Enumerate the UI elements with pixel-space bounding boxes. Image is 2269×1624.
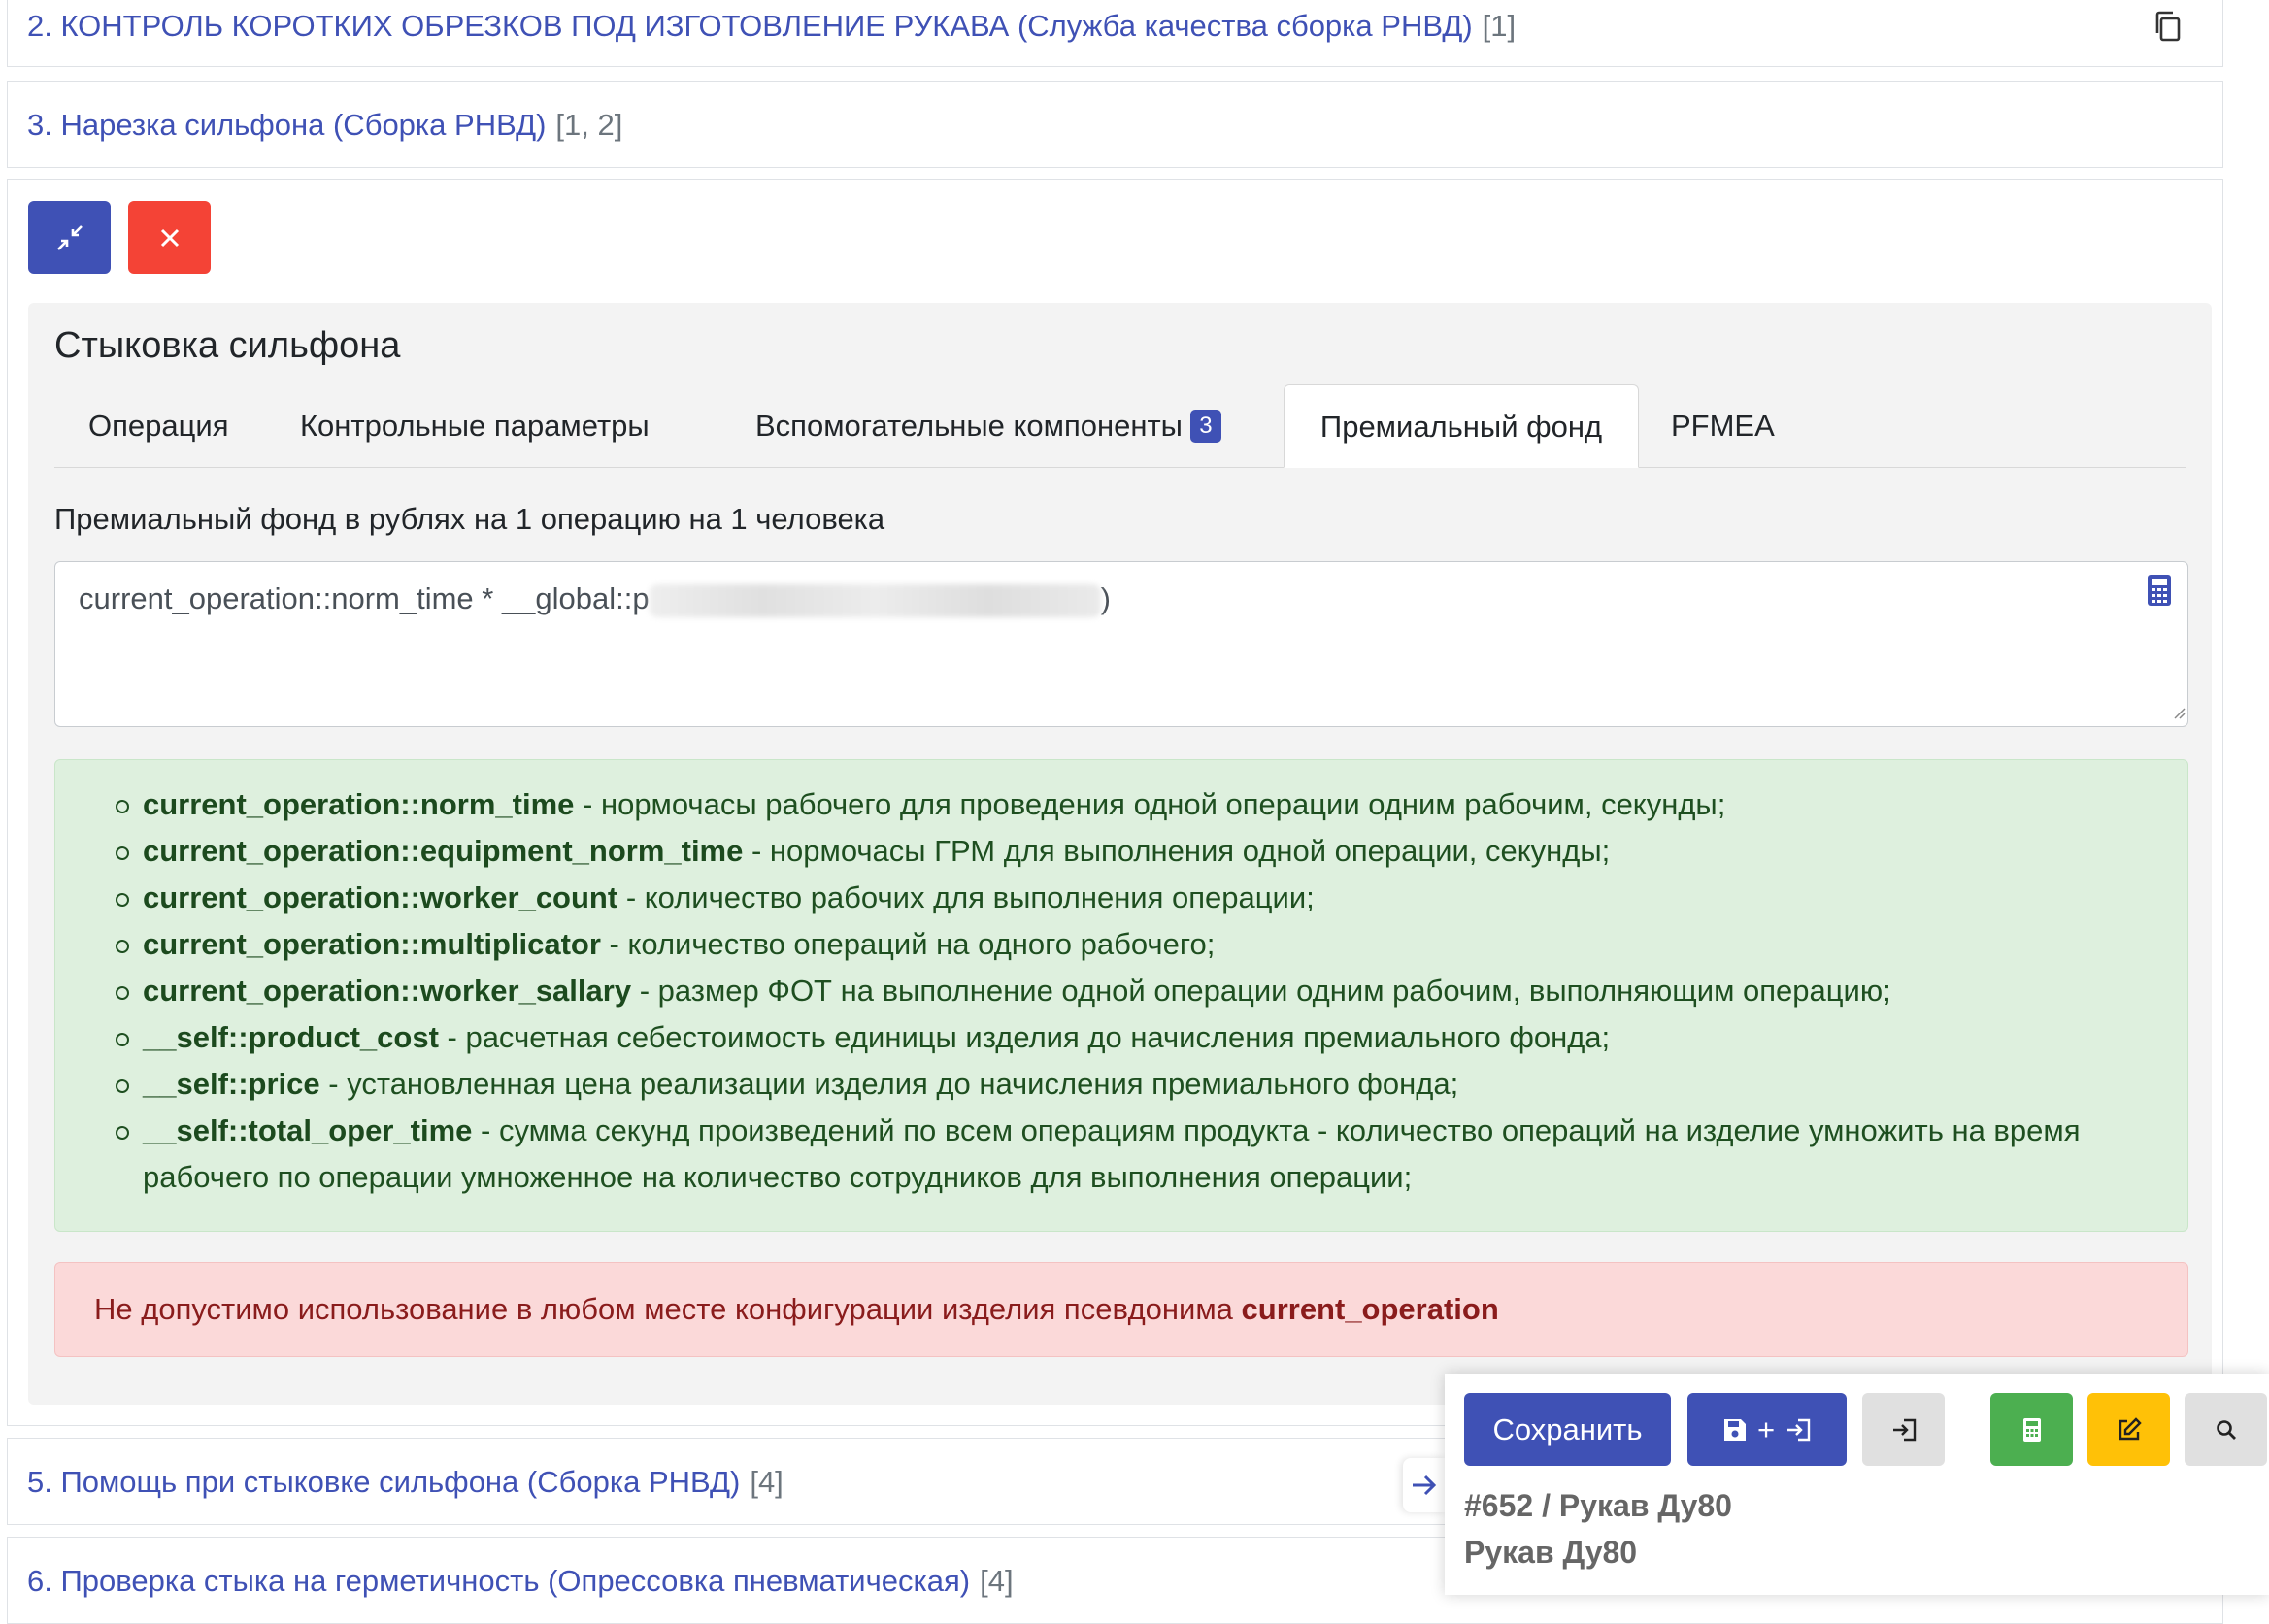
floppy-disk-icon: [1723, 1418, 1746, 1441]
operation-title-link[interactable]: 6. Проверка стыка на герметичность (Опре…: [27, 1564, 970, 1598]
floating-toolbar: Сохранить + #652 / Рукав Ду80 Рукав Ду80: [1445, 1374, 2269, 1595]
list-item: current_operation::equipment_norm_time -…: [116, 828, 2162, 875]
list-item: current_operation::norm_time - нормочасы…: [116, 781, 2162, 828]
operation-title-link[interactable]: 2. КОНТРОЛЬ КОРОТКИХ ОБРЕЗКОВ ПОД ИЗГОТО…: [27, 9, 1473, 43]
warning-alert: Не допустимо использование в любом месте…: [54, 1262, 2188, 1357]
tab-control-params[interactable]: Контрольные параметры: [300, 384, 650, 467]
operation-refs: [4]: [750, 1465, 784, 1499]
product-id: #652 / Рукав Ду80: [1464, 1488, 1732, 1523]
operation-refs: [1, 2]: [555, 108, 623, 142]
calculator-icon[interactable]: [2147, 574, 2172, 612]
panel-title: Стыковка сильфона: [54, 325, 401, 366]
operation-detail-panel: Стыковка сильфона Операция Контрольные п…: [28, 303, 2212, 1405]
save-button[interactable]: Сохранить: [1464, 1393, 1671, 1466]
operation-row-2[interactable]: 2. КОНТРОЛЬ КОРОТКИХ ОБРЕЗКОВ ПОД ИЗГОТО…: [7, 0, 2223, 67]
collapse-button[interactable]: [28, 201, 111, 274]
search-button[interactable]: [2185, 1393, 2267, 1466]
list-item: current_operation::worker_count - количе…: [116, 875, 2162, 921]
variables-help-box: current_operation::norm_time - нормочасы…: [54, 759, 2188, 1232]
compress-icon: [56, 224, 83, 250]
list-item: __self::price - установленная цена реали…: [116, 1061, 2162, 1108]
delete-button[interactable]: [128, 201, 211, 274]
operation-refs: [4]: [980, 1564, 1014, 1598]
tab-bonus-fund[interactable]: Премиальный фонд: [1284, 384, 1639, 468]
operation-title-link[interactable]: 3. Нарезка сильфона (Сборка РНВД): [27, 108, 546, 142]
save-and-exit-button[interactable]: +: [1687, 1393, 1847, 1466]
operation-row-3[interactable]: 3. Нарезка сильфона (Сборка РНВД) [1, 2]: [7, 81, 2223, 168]
list-item: __self::total_oper_time - сумма секунд п…: [116, 1108, 2162, 1201]
formula-value: current_operation::norm_time * __global:…: [79, 581, 1111, 617]
operation-row-4-expanded: Стыковка сильфона Операция Контрольные п…: [7, 179, 2223, 1426]
count-badge: 3: [1189, 409, 1221, 443]
tab-pfmea[interactable]: PFMEA: [1671, 384, 1775, 467]
warning-text: Не допустимо использование в любом месте…: [94, 1292, 1499, 1326]
arrow-right-icon: [1413, 1475, 1437, 1496]
edit-button[interactable]: [2087, 1393, 2170, 1466]
search-icon: [2216, 1419, 2236, 1440]
redacted-text: [649, 583, 1101, 617]
copy-icon[interactable]: [2152, 10, 2184, 43]
tab-aux-components[interactable]: Вспомогательные компоненты 3: [755, 384, 1221, 467]
resize-handle[interactable]: [2172, 706, 2186, 724]
list-item: current_operation::multiplicator - колич…: [116, 921, 2162, 968]
tab-operation[interactable]: Операция: [88, 384, 228, 467]
calculate-button[interactable]: [1990, 1393, 2073, 1466]
product-name: Рукав Ду80: [1464, 1535, 1638, 1570]
tab-bar: Операция Контрольные параметры Вспомогат…: [54, 384, 2186, 468]
calculator-icon: [2022, 1417, 2041, 1442]
formula-textarea[interactable]: current_operation::norm_time * __global:…: [54, 561, 2188, 727]
exit-button[interactable]: [1862, 1393, 1945, 1466]
variables-list: current_operation::norm_time - нормочасы…: [116, 781, 2162, 1201]
operation-refs: [1]: [1482, 9, 1517, 43]
list-item: current_operation::worker_sallary - разм…: [116, 968, 2162, 1014]
sign-in-icon: [1892, 1418, 1916, 1441]
sign-in-icon: [1787, 1418, 1811, 1441]
close-icon: [160, 228, 179, 247]
bonus-fund-label: Премиальный фонд в рублях на 1 операцию …: [54, 502, 885, 536]
toggle-toolbar-button[interactable]: [1403, 1458, 1446, 1512]
operation-title-link[interactable]: 5. Помощь при стыковке сильфона (Сборка …: [27, 1465, 740, 1499]
list-item: __self::product_cost - расчетная себесто…: [116, 1014, 2162, 1061]
edit-icon: [2119, 1416, 2142, 1440]
